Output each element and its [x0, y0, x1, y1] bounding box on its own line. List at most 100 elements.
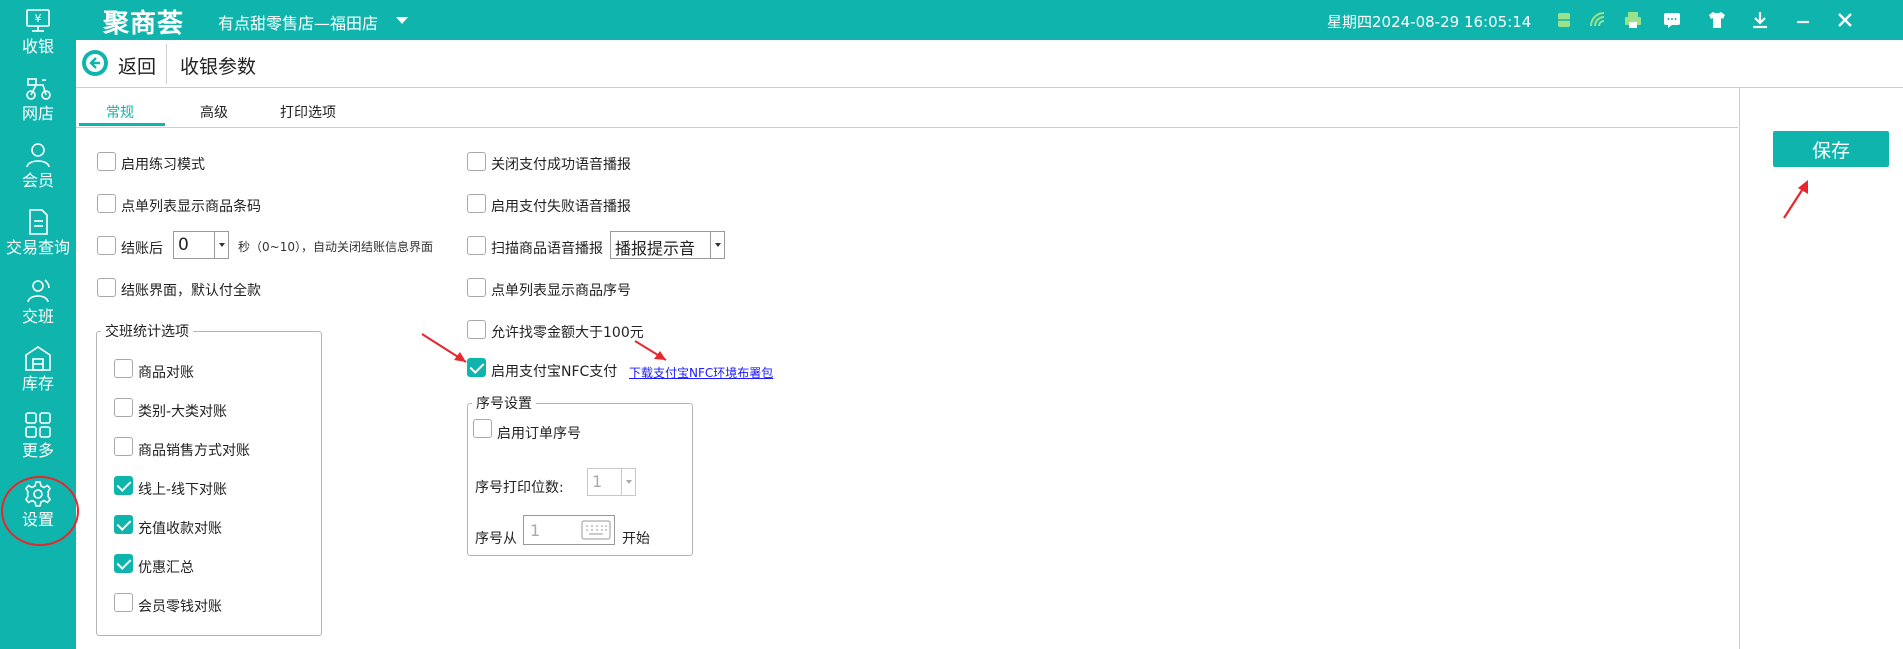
- start-from-label: 序号从: [475, 531, 517, 547]
- tab-general[interactable]: 常规: [106, 102, 134, 122]
- sidebar-item-label: 收银: [21, 37, 54, 56]
- shift-stats-group-title: 交班统计选项: [101, 321, 193, 341]
- sidebar-item-shift[interactable]: 交班: [0, 276, 76, 342]
- shift-item-checkbox[interactable]: [114, 398, 133, 417]
- download-nfc-link[interactable]: 下载支付宝NFC环境布署包: [629, 364, 773, 381]
- shift-item-label: 类别-大类对账: [138, 404, 228, 420]
- shift-item-label: 优惠汇总: [138, 560, 194, 576]
- message-icon[interactable]: [1661, 9, 1683, 31]
- start-from-input[interactable]: 1: [523, 515, 615, 545]
- enable-order-seq-checkbox[interactable]: [473, 419, 492, 438]
- sidebar-item-webstore[interactable]: 网店: [0, 73, 76, 139]
- alipay-nfc-checkbox[interactable]: [467, 358, 486, 377]
- save-button[interactable]: 保存: [1773, 131, 1889, 167]
- chevron-down-icon[interactable]: [396, 17, 408, 24]
- db-icon[interactable]: [1553, 9, 1575, 31]
- shift-item-label: 充值收款对账: [138, 521, 222, 537]
- sidebar-item-label: 更多: [21, 441, 54, 460]
- disable-success-voice-label: 关闭支付成功语音播报: [491, 157, 631, 173]
- printer-icon[interactable]: [1622, 9, 1644, 31]
- seq-settings-group-title: 序号设置: [472, 393, 536, 413]
- start-suffix-label: 开始: [622, 531, 650, 547]
- alipay-nfc-label: 启用支付宝NFC支付: [491, 364, 618, 380]
- default-full-pay-label: 结账界面，默认付全款: [121, 283, 261, 299]
- tshirt-icon[interactable]: [1706, 9, 1728, 31]
- minimize-icon[interactable]: [1792, 9, 1814, 31]
- app-logo: 聚商荟: [103, 9, 185, 39]
- datetime-display: 星期四2024-08-29 16:05:14: [1327, 13, 1532, 31]
- after-checkout-label: 结账后: [121, 241, 163, 257]
- keyboard-icon[interactable]: [581, 520, 611, 540]
- shift-item-checkbox[interactable]: [114, 554, 133, 573]
- sidebar: ¥ 收银 网店 会员 交易查询 交班 库存 更多 设置: [0, 0, 79, 649]
- checkout-seconds-hint: 秒（0~10），自动关闭结账信息界面: [238, 240, 433, 254]
- page-header: 返回 收银参数: [76, 40, 1903, 88]
- sidebar-item-transactions[interactable]: 交易查询: [0, 207, 76, 273]
- practice-mode-checkbox[interactable]: [97, 152, 116, 171]
- warehouse-icon: [25, 346, 51, 371]
- checkout-seconds-select[interactable]: 0: [173, 231, 229, 259]
- cashier-icon: ¥: [26, 9, 50, 32]
- default-full-pay-checkbox[interactable]: [97, 278, 116, 297]
- shift-item-label: 商品对账: [138, 365, 194, 381]
- sidebar-item-inventory[interactable]: 库存: [0, 343, 76, 409]
- sidebar-item-label: 交易查询: [5, 238, 70, 257]
- tab-print-options[interactable]: 打印选项: [280, 102, 336, 122]
- download-icon[interactable]: [1749, 9, 1771, 31]
- scan-voice-checkbox[interactable]: [467, 236, 486, 255]
- svg-text:¥: ¥: [35, 12, 42, 25]
- scan-voice-label: 扫描商品语音播报: [491, 241, 603, 257]
- show-seq-checkbox[interactable]: [467, 278, 486, 297]
- after-checkout-checkbox[interactable]: [97, 236, 116, 255]
- show-seq-label: 点单列表显示商品序号: [491, 283, 631, 299]
- annotation-arrow: [1783, 180, 1808, 219]
- shift-item-checkbox[interactable]: [114, 437, 133, 456]
- print-digits-select[interactable]: 1: [587, 468, 636, 496]
- tab-advanced[interactable]: 高级: [200, 102, 228, 122]
- shift-item-checkbox[interactable]: [114, 359, 133, 378]
- shift-item-label: 会员零钱对账: [138, 599, 222, 615]
- grid-icon: [25, 412, 51, 438]
- sidebar-item-label: 网店: [21, 104, 54, 123]
- enable-fail-voice-checkbox[interactable]: [467, 194, 486, 213]
- chevron-down-icon[interactable]: [710, 232, 724, 258]
- sidebar-item-label: 设置: [21, 510, 54, 529]
- allow-change-checkbox[interactable]: [467, 320, 486, 339]
- disable-success-voice-checkbox[interactable]: [467, 152, 486, 171]
- shift-item-label: 线上-线下对账: [138, 482, 228, 498]
- close-icon[interactable]: [1834, 9, 1856, 31]
- sidebar-item-label: 库存: [21, 374, 54, 393]
- shift-icon: [27, 279, 50, 303]
- scan-voice-select[interactable]: 播报提示音: [610, 231, 725, 259]
- scan-voice-value: 播报提示音: [615, 239, 696, 258]
- scooter-icon: [26, 78, 51, 100]
- show-barcode-checkbox[interactable]: [97, 194, 116, 213]
- enable-fail-voice-label: 启用支付失败语音播报: [491, 199, 631, 215]
- allow-change-label: 允许找零金额大于100元: [491, 325, 644, 341]
- shift-item-checkbox[interactable]: [114, 593, 133, 612]
- sidebar-item-more[interactable]: 更多: [0, 410, 76, 476]
- chevron-down-icon[interactable]: [214, 232, 228, 258]
- show-barcode-label: 点单列表显示商品条码: [121, 199, 261, 215]
- sidebar-item-member[interactable]: 会员: [0, 140, 76, 206]
- back-button[interactable]: 返回: [118, 52, 156, 79]
- sidebar-item-cashier[interactable]: ¥ 收银: [0, 6, 76, 72]
- document-icon: [29, 209, 48, 235]
- chevron-down-icon[interactable]: [621, 469, 635, 495]
- enable-order-seq-label: 启用订单序号: [497, 426, 581, 442]
- shift-item-checkbox[interactable]: [114, 515, 133, 534]
- back-arrow-icon[interactable]: [82, 50, 108, 76]
- shift-item-checkbox[interactable]: [114, 476, 133, 495]
- store-selector[interactable]: 有点甜零售店—福田店: [218, 10, 378, 34]
- divider: [1739, 88, 1740, 649]
- wifi-icon[interactable]: [1587, 9, 1609, 31]
- divider: [166, 44, 167, 84]
- active-tab-indicator: [79, 123, 165, 126]
- sidebar-item-label: 交班: [21, 307, 54, 326]
- gear-icon: [25, 481, 51, 507]
- sidebar-item-label: 会员: [21, 171, 54, 190]
- print-digits-value: 1: [592, 472, 603, 491]
- top-bar: 聚商荟 有点甜零售店—福田店 星期四2024-08-29 16:05:14: [76, 0, 1903, 40]
- start-from-value: 1: [530, 521, 541, 540]
- sidebar-item-settings[interactable]: 设置: [0, 479, 76, 545]
